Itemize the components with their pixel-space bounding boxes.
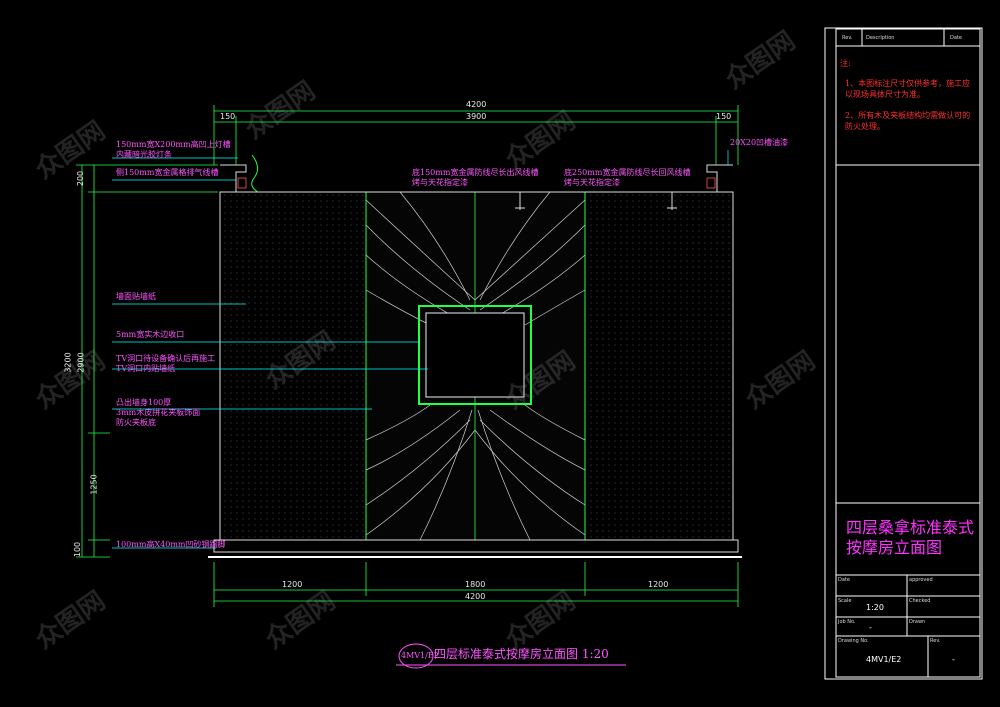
notes-label: 注: xyxy=(840,59,851,68)
drawing-title: 四层桑拿标准泰式按摩房立面图 xyxy=(846,518,975,557)
annotation-vent-right: 底250mm宽金属防线尽长回风线槽 烤与天花指定漆 xyxy=(564,168,691,187)
tb-checked-label: Checked xyxy=(909,598,931,604)
note-1: 1、本图标注尺寸仅供参考，施工应以现场具体尺寸为准。 xyxy=(845,79,971,99)
dim-top-inner: 3900 xyxy=(466,112,487,121)
tb-header-description: Description xyxy=(866,35,895,41)
annotation-light-trough: 150mm宽X200mm高凹上灯槽 内藏暗光胶灯条 xyxy=(116,140,231,159)
dim-bottom-left: 1200 xyxy=(282,580,303,589)
drawing-caption: 四层标准泰式按摩房立面图 1:20 xyxy=(434,647,609,661)
tb-approved-label: approved xyxy=(909,577,933,583)
dim-bottom-right: 1200 xyxy=(648,580,669,589)
dim-bottom-overall: 4200 xyxy=(465,592,486,601)
baseboard xyxy=(213,539,739,553)
annotation-slot: 20X20凹槽油漆 xyxy=(730,138,789,147)
annotation-baseboard: 100mm高X40mm凹砂钢踢脚 xyxy=(116,540,226,549)
tb-rev-value: - xyxy=(952,655,955,664)
annotation-vent-left: 底150mm宽金属防线尽长出风线槽 烤与天花指定漆 xyxy=(412,168,539,187)
annotation-wood-frame: 5mm宽实木边收口 xyxy=(116,330,185,339)
tb-drawing-no-value: 4MV1/E2 xyxy=(866,655,902,664)
dim-left-1250: 1250 xyxy=(89,474,99,495)
tb-header-date: Date xyxy=(950,35,962,41)
tb-drawing-no-label: Drawing No. xyxy=(838,638,869,644)
dim-left-2900: 2900 xyxy=(76,352,86,373)
dim-top-overall: 4200 xyxy=(466,100,487,109)
wall-right-panel xyxy=(584,191,734,541)
tb-rev-label: Rev. xyxy=(930,638,941,644)
dim-top-left-end: 150 xyxy=(220,112,236,121)
annotation-tv: TV洞口待设备确认后再施工 TV洞口内贴墙纸 xyxy=(116,354,216,373)
tb-date-label: Date xyxy=(838,577,850,583)
dim-bottom-middle: 1800 xyxy=(465,580,486,589)
dim-left-total: 3200 xyxy=(63,352,73,373)
tb-job-value: - xyxy=(869,623,872,632)
annotation-feature-panel: 凸出墙身100厚 3mm木皮拼花夹板饰面 防火夹板底 xyxy=(116,398,201,427)
note-2: 2、所有木及夹板结构均需做认可的防火处理。 xyxy=(845,111,971,131)
dim-left-200: 200 xyxy=(76,170,86,187)
tb-scale-value: 1:20 xyxy=(866,603,884,612)
tb-header-rev: Rev. xyxy=(842,35,853,41)
tb-job-label: Job No. xyxy=(838,619,856,625)
annotation-wallpaper: 墙面贴墙纸 xyxy=(116,292,156,301)
tb-scale-label: Scale xyxy=(838,598,852,604)
tb-drawn-label: Drawn xyxy=(909,619,926,625)
dim-top-right-end: 150 xyxy=(716,112,732,121)
annotation-side-exhaust: 侧150mm宽金属格排气线槽 xyxy=(116,168,219,177)
dim-left-100: 100 xyxy=(73,541,83,558)
